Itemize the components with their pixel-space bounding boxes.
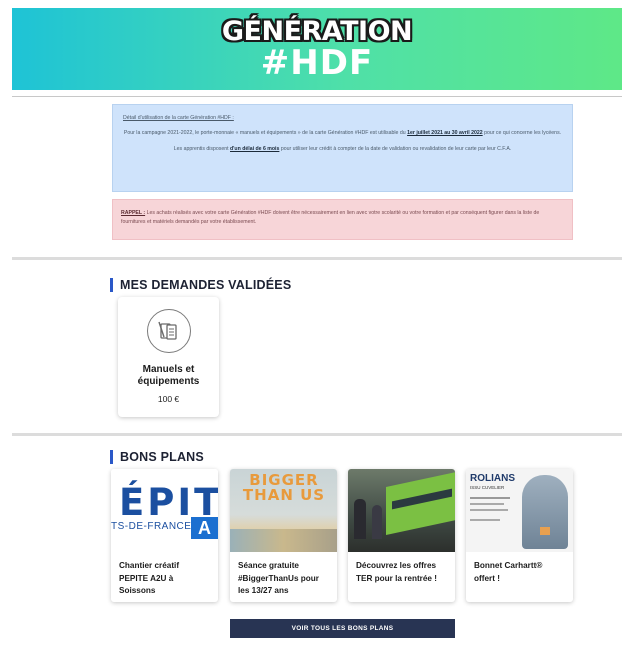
books-icon [146,309,191,353]
info-p2-delay: d'un délai de 6 mois [230,146,280,152]
logo-hashtag: #HDF [260,43,374,83]
page: GÉNÉRATION #HDF Détail d'utilisation de … [0,0,622,646]
bons-plans-title: BONS PLANS [110,450,204,464]
info-title: Détail d'utilisation de la carte Générat… [123,115,234,121]
image-beanie-label [540,527,550,535]
info-p1-prefix: Pour la campagne 2021-2022, le porte-mon… [123,130,406,136]
info-paragraph-1: Pour la campagne 2021-2022, le porte-mon… [121,129,564,138]
image-beanie [522,475,568,549]
image-line [470,519,500,521]
validated-title: MES DEMANDES VALIDÉES [110,278,291,292]
info-p1-suffix: pour ce qui concerne les lycéens. [484,130,562,136]
image-person [372,505,382,539]
image-beach [230,529,337,552]
bon-plan-title: Chantier créatif PEPITE A2U à Soissons [119,561,180,595]
bon-plan-card-carhartt[interactable]: ROLIANS ISSU CUVELIER Bonnet Carhartt® o… [466,469,573,602]
info-p2-suffix: pour utiliser leur crédit à compter de l… [280,146,512,152]
image-person [354,499,366,539]
image-line [470,509,508,511]
info-paragraph-2: Les apprentis disposent d'un délai de 6 … [121,145,564,154]
info-p2-prefix: Les apprentis disposent [173,146,229,152]
header-banner: GÉNÉRATION #HDF [12,8,622,90]
warning-text: Les achats réalisés avec votre carte Gén… [121,210,540,225]
section-divider [12,257,622,260]
bon-plan-title: Bonnet Carhartt® offert ! [474,561,543,583]
bon-plan-card-pepite[interactable]: ÉPIT TS-DE-FRANCE A Chantier créatif PEP… [111,469,218,602]
image-line [470,497,510,499]
see-all-deals-button[interactable]: VOIR TOUS LES BONS PLANS [230,619,455,638]
image-bigger-text: BIGGER THAN US [242,471,326,504]
info-p1-dates: 1er juillet 2021 au 30 avril 2022 [407,130,483,136]
section-divider [12,433,622,436]
bon-plan-title: Découvrez les offres TER pour la rentrée… [356,561,437,583]
info-box: Détail d'utilisation de la carte Générat… [112,104,573,192]
image-line [470,503,504,505]
bon-plan-image: BIGGER THAN US [230,469,337,552]
divider [12,96,622,97]
demand-label: Manuels et équipements [137,364,200,387]
bon-plan-card-ter[interactable]: Découvrez les offres TER pour la rentrée… [348,469,455,602]
demand-amount: 100 € [157,394,180,404]
bon-plan-title: Séance gratuite #BiggerThanUs pour les 1… [238,561,319,595]
demand-card-manuels[interactable]: Manuels et équipements 100 € [118,297,219,417]
image-pepite-sub: TS-DE-FRANCE [111,521,192,532]
image-rolians-text: ROLIANS [470,473,515,484]
image-pepite-badge: A [191,517,218,539]
bon-plan-image [348,469,455,552]
bon-plan-image: ÉPIT TS-DE-FRANCE A [111,469,218,552]
logo-title: GÉNÉRATION [221,16,413,47]
image-rolians-sub: ISSU CUVELIER [470,485,505,490]
bon-plan-image: ROLIANS ISSU CUVELIER [466,469,573,552]
bon-plan-card-biggerthanus[interactable]: BIGGER THAN US Séance gratuite #BiggerTh… [230,469,337,602]
warning-label: RAPPEL : [121,210,146,216]
warning-box: RAPPEL : Les achats réalisés avec votre … [112,199,573,240]
